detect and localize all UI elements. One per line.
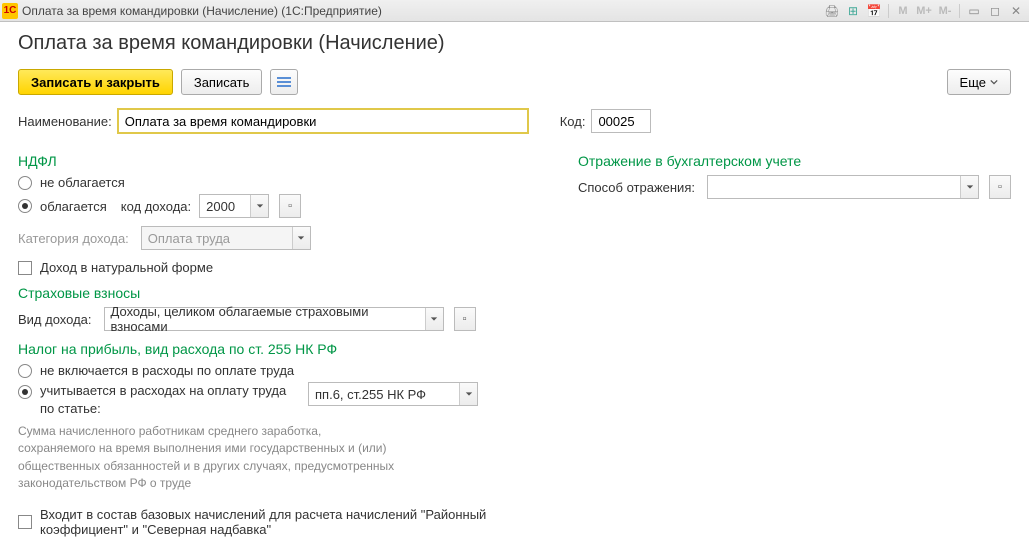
name-label: Наименование: xyxy=(18,114,112,129)
natural-form-checkbox[interactable] xyxy=(18,261,32,275)
income-kind-open-button[interactable]: ▫ xyxy=(454,307,476,331)
ndfl-section-title: НДФЛ xyxy=(18,153,538,169)
memory-mminus-icon[interactable]: M- xyxy=(936,2,954,20)
ndfl-taxed-radio[interactable] xyxy=(18,199,32,213)
close-icon[interactable]: ✕ xyxy=(1007,2,1025,20)
base-included-label: Входит в состав базовых начислений для р… xyxy=(40,507,538,537)
list-icon xyxy=(277,75,291,89)
income-code-combo[interactable]: 2000 xyxy=(199,194,269,218)
profit-article-combo[interactable]: пп.6, ст.255 НК РФ xyxy=(308,382,478,406)
chevron-down-icon[interactable] xyxy=(250,195,268,217)
ndfl-taxed-label: облагается xyxy=(40,199,107,214)
accounting-method-combo[interactable] xyxy=(707,175,979,199)
separator xyxy=(888,4,889,18)
income-code-open-button[interactable]: ▫ xyxy=(279,194,301,218)
memory-mplus-icon[interactable]: M+ xyxy=(915,2,933,20)
income-category-label: Категория дохода: xyxy=(18,231,129,246)
chevron-down-icon[interactable] xyxy=(425,308,443,330)
base-included-checkbox[interactable] xyxy=(18,515,32,529)
profit-article-value: пп.6, ст.255 НК РФ xyxy=(309,387,459,402)
insurance-section-title: Страховые взносы xyxy=(18,285,538,301)
profit-not-included-radio[interactable] xyxy=(18,364,32,378)
income-category-combo: Оплата труда xyxy=(141,226,311,250)
profit-not-included-label: не включается в расходы по оплате труда xyxy=(40,363,294,378)
save-button[interactable]: Записать xyxy=(181,69,263,95)
profit-included-radio[interactable] xyxy=(18,385,32,399)
ndfl-not-taxed-label: не облагается xyxy=(40,175,125,190)
income-code-value: 2000 xyxy=(200,199,250,214)
print-icon[interactable]: 🖨 xyxy=(823,2,841,20)
profit-help-text: Сумма начисленного работникам среднего з… xyxy=(18,423,398,493)
more-button[interactable]: Еще xyxy=(947,69,1011,95)
accounting-method-label: Способ отражения: xyxy=(578,180,695,195)
list-details-button[interactable] xyxy=(270,69,298,95)
code-input[interactable] xyxy=(591,109,651,133)
window-title: Оплата за время командировки (Начисление… xyxy=(22,4,823,18)
chevron-down-icon xyxy=(292,227,310,249)
chevron-down-icon xyxy=(990,78,998,86)
maximize-icon[interactable]: ◻ xyxy=(986,2,1004,20)
accounting-section-title: Отражение в бухгалтерском учете xyxy=(578,153,1011,169)
window-titlebar: 1C Оплата за время командировки (Начисле… xyxy=(0,0,1029,22)
income-kind-combo[interactable]: Доходы, целиком облагаемые страховыми вз… xyxy=(104,307,444,331)
separator xyxy=(959,4,960,18)
income-kind-label: Вид дохода: xyxy=(18,312,92,327)
ndfl-not-taxed-radio[interactable] xyxy=(18,176,32,190)
chevron-down-icon[interactable] xyxy=(459,383,477,405)
app-logo-icon: 1C xyxy=(2,3,18,19)
income-code-label: код дохода: xyxy=(121,199,191,214)
memory-m-icon[interactable]: M xyxy=(894,2,912,20)
accounting-method-open-button[interactable]: ▫ xyxy=(989,175,1011,199)
minimize-icon[interactable]: ▭ xyxy=(965,2,983,20)
more-label: Еще xyxy=(960,75,986,90)
natural-form-label: Доход в натуральной форме xyxy=(40,260,213,275)
income-category-value: Оплата труда xyxy=(142,231,292,246)
save-and-close-button[interactable]: Записать и закрыть xyxy=(18,69,173,95)
page-title: Оплата за время командировки (Начисление… xyxy=(18,32,1011,55)
calc-icon[interactable]: ⊞ xyxy=(844,2,862,20)
chevron-down-icon[interactable] xyxy=(960,176,978,198)
income-kind-value: Доходы, целиком облагаемые страховыми вз… xyxy=(105,304,425,334)
calendar-icon[interactable]: 📅 xyxy=(865,2,883,20)
profit-included-label: учитывается в расходах на оплату труда п… xyxy=(40,382,300,417)
code-label: Код: xyxy=(560,114,586,129)
name-input[interactable] xyxy=(118,109,528,133)
profit-tax-section-title: Налог на прибыль, вид расхода по ст. 255… xyxy=(18,341,538,357)
